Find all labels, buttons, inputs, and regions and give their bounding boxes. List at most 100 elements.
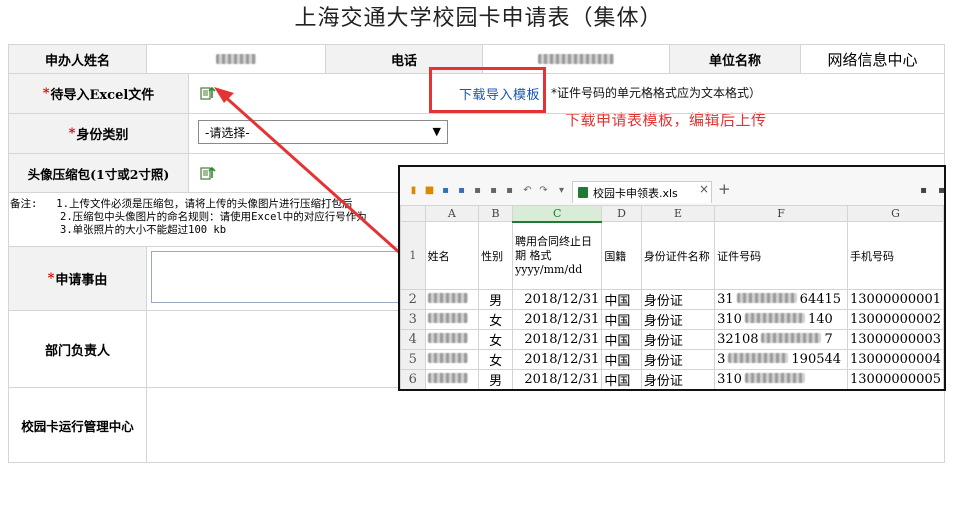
col-e[interactable]: E xyxy=(640,205,716,222)
table-row: 4 女 2018/12/31 中国 身份证 32108 7 13000000003 xyxy=(400,329,944,350)
spreadsheet-screenshot: ▮ ■ ▪ ▪ ▪ ▪ ▪ ↶ ↷ ▾ 校园卡申领表.xls × + ▪ ▪ A… xyxy=(398,165,946,391)
name-cell[interactable] xyxy=(424,329,480,350)
undo-icon[interactable]: ↶ xyxy=(522,185,533,196)
id-type-cell[interactable]: 身份证 xyxy=(640,329,716,350)
col-d[interactable]: D xyxy=(601,205,642,222)
date-cell[interactable]: 2018/12/31 xyxy=(512,349,603,370)
id-number-cell[interactable]: 310 xyxy=(714,369,848,389)
print-icon[interactable]: ▪ xyxy=(472,185,483,196)
gender-cell[interactable]: 男 xyxy=(478,289,514,310)
unit-value: 网络信息中心 xyxy=(800,44,945,74)
name-cell[interactable] xyxy=(424,309,480,330)
gender-cell[interactable]: 女 xyxy=(478,329,514,350)
row-number[interactable]: 1 xyxy=(400,221,426,290)
identity-label: * 身份类别 xyxy=(8,113,189,154)
id-type-cell[interactable]: 身份证 xyxy=(640,369,716,389)
row-number[interactable]: 3 xyxy=(400,309,426,330)
phone-cell[interactable]: 13000000004 xyxy=(846,349,944,370)
header-cell[interactable]: 国籍 xyxy=(601,221,642,290)
excel-label: * 待导入Excel文件 xyxy=(8,73,189,114)
redo-icon[interactable]: ↷ xyxy=(538,185,549,196)
note-2: 2.压缩包中头像图片的命名规则：请使用Excel中的对应行号作为 xyxy=(60,211,367,223)
gender-cell[interactable]: 女 xyxy=(478,349,514,370)
sheet-tab[interactable]: 校园卡申领表.xls xyxy=(572,181,712,203)
table-row: 2 男 2018/12/31 中国 身份证 31 64415 13000000001 xyxy=(400,289,944,310)
preview-icon[interactable]: ▪ xyxy=(504,185,515,196)
id-type-cell[interactable]: 身份证 xyxy=(640,289,716,310)
nationality-cell[interactable]: 中国 xyxy=(601,329,642,350)
phone-cell[interactable]: 13000000002 xyxy=(846,309,944,330)
table-row: 6 男 2018/12/31 中国 身份证 310 13000000005 xyxy=(400,369,944,389)
id-suffix: 140 xyxy=(807,312,833,327)
row-number[interactable]: 6 xyxy=(400,369,426,389)
header-cell[interactable]: 证件号码 xyxy=(714,221,848,290)
name-cell[interactable] xyxy=(424,349,480,370)
date-cell[interactable]: 2018/12/31 xyxy=(512,329,603,350)
date-cell[interactable]: 2018/12/31 xyxy=(512,309,603,330)
redacted-name xyxy=(427,373,468,383)
page-title: 上海交通大学校园卡申请表（集体） xyxy=(294,6,663,31)
nationality-cell[interactable]: 中国 xyxy=(601,289,642,310)
name-cell[interactable] xyxy=(424,369,480,389)
upload-photo-icon[interactable] xyxy=(200,164,216,180)
open-folder-icon[interactable]: ■ xyxy=(424,185,435,196)
save-icon[interactable]: ▪ xyxy=(440,185,451,196)
header-cell[interactable]: 聘用合同终止日期 格式yyyy/mm/dd xyxy=(512,221,603,290)
nationality-cell[interactable]: 中国 xyxy=(601,309,642,330)
nationality-cell[interactable]: 中国 xyxy=(601,349,642,370)
id-number-cell[interactable]: 32108 7 xyxy=(714,329,848,350)
phone-cell[interactable]: 13000000001 xyxy=(846,289,944,310)
header-cell[interactable]: 姓名 xyxy=(424,221,480,290)
nationality-cell[interactable]: 中国 xyxy=(601,369,642,389)
col-a[interactable]: A xyxy=(424,205,480,222)
row-number[interactable]: 5 xyxy=(400,349,426,370)
upload-file-icon[interactable] xyxy=(200,84,216,100)
corner-cell[interactable] xyxy=(400,205,426,222)
redacted-phone xyxy=(538,54,614,64)
menu-icon[interactable]: ▪ xyxy=(936,185,944,196)
add-tab-icon[interactable]: + xyxy=(718,180,731,198)
redacted-id xyxy=(736,293,797,303)
redacted-id xyxy=(744,313,805,323)
print-preview-icon[interactable]: ▪ xyxy=(456,185,467,196)
header-cell[interactable]: 身份证件名称 xyxy=(640,221,716,290)
col-f[interactable]: F xyxy=(714,205,848,222)
col-c[interactable]: C xyxy=(512,205,603,223)
phone-cell[interactable]: 13000000005 xyxy=(846,369,944,389)
col-b[interactable]: B xyxy=(478,205,514,222)
close-icon[interactable]: × xyxy=(699,182,709,196)
gender-cell[interactable]: 女 xyxy=(478,309,514,330)
id-type-cell[interactable]: 身份证 xyxy=(640,309,716,330)
gender-cell[interactable]: 男 xyxy=(478,369,514,389)
date-cell[interactable]: 2018/12/31 xyxy=(512,369,603,389)
date-cell[interactable]: 2018/12/31 xyxy=(512,289,603,310)
id-type-cell[interactable]: 身份证 xyxy=(640,349,716,370)
phone-cell[interactable]: 13000000003 xyxy=(846,329,944,350)
reason-textarea[interactable] xyxy=(151,251,411,303)
toolbar-dropdown-icon[interactable]: ▾ xyxy=(556,185,567,196)
id-prefix: 3 xyxy=(717,352,726,367)
id-prefix: 310 xyxy=(717,372,742,387)
header-cell[interactable]: 性别 xyxy=(478,221,514,290)
id-suffix: 190544 xyxy=(791,352,842,367)
new-file-icon[interactable]: ▮ xyxy=(408,185,419,196)
spreadsheet-toolbar: ▮ ■ ▪ ▪ ▪ ▪ ▪ ↶ ↷ ▾ 校园卡申领表.xls × + ▪ ▪ xyxy=(400,167,944,206)
applicant-label: 申办人姓名 xyxy=(8,44,147,74)
redacted-name xyxy=(427,313,468,323)
header-cell[interactable]: 手机号码 xyxy=(846,221,944,290)
window-icon[interactable]: ▪ xyxy=(918,185,929,196)
row-number[interactable]: 4 xyxy=(400,329,426,350)
identity-select[interactable]: -请选择- ▼ xyxy=(198,120,448,144)
id-number-cell[interactable]: 3 190544 xyxy=(714,349,848,370)
row-number[interactable]: 2 xyxy=(400,289,426,310)
id-number-cell[interactable]: 310 140 xyxy=(714,309,848,330)
header-row: 1 姓名 性别 聘用合同终止日期 格式yyyy/mm/dd 国籍 身份证件名称 … xyxy=(400,221,944,290)
export-icon[interactable]: ▪ xyxy=(488,185,499,196)
col-g[interactable]: G xyxy=(846,205,944,222)
reason-label: * 申请事由 xyxy=(8,246,147,311)
name-cell[interactable] xyxy=(424,289,480,310)
redacted-name xyxy=(427,353,468,363)
data-rows: 2 男 2018/12/31 中国 身份证 31 64415 13000000001 3 女 201… xyxy=(400,289,944,389)
id-suffix: 7 xyxy=(824,332,833,347)
id-number-cell[interactable]: 31 64415 xyxy=(714,289,848,310)
